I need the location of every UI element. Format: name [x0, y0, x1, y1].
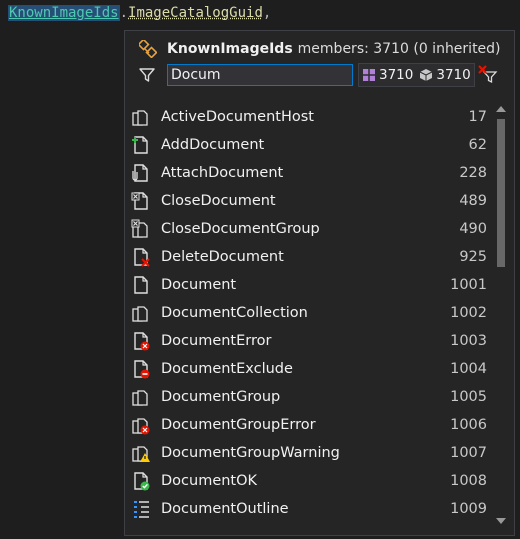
member-token[interactable]: ImageCatalogGuid: [128, 5, 263, 21]
member-name: DocumentGroupError: [161, 417, 316, 433]
property-count-button[interactable]: 3710: [416, 63, 475, 87]
class-name: KnownImageIds: [167, 41, 293, 57]
filter-row: 3710 3710: [139, 63, 498, 87]
member-value: 1006: [450, 417, 487, 433]
member-value: 1003: [450, 333, 487, 349]
member-value: 1001: [450, 277, 487, 293]
close-document-icon: [131, 192, 148, 210]
dot-token: .: [119, 5, 129, 21]
list-item[interactable]: DeleteDocument 925: [125, 243, 487, 271]
document-group-icon: [132, 390, 148, 406]
member-value: 490: [459, 221, 487, 237]
member-value: 1009: [450, 501, 487, 517]
scrollbar-thumb[interactable]: [497, 119, 505, 267]
clear-filter-icon: [478, 65, 498, 84]
active-document-host-icon: [132, 110, 148, 126]
vertical-scrollbar[interactable]: [493, 103, 509, 527]
funnel-icon: [139, 68, 155, 82]
member-name: CloseDocument: [161, 193, 276, 209]
member-name: DeleteDocument: [161, 249, 284, 265]
attach-document-icon: [132, 164, 148, 182]
member-name: ActiveDocumentHost: [161, 109, 314, 125]
comma-token: ,: [262, 5, 272, 21]
member-name: CloseDocumentGroup: [161, 221, 320, 237]
document-outline-icon: [134, 501, 149, 518]
document-ok-icon: [134, 472, 150, 491]
member-name: DocumentGroup: [161, 389, 281, 405]
member-name: DocumentOutline: [161, 501, 289, 517]
field-icon: [363, 69, 375, 81]
close-document-group-icon: [131, 219, 148, 238]
list-item[interactable]: DocumentGroupWarning 1007: [125, 439, 487, 467]
list-item[interactable]: AttachDocument 228: [125, 159, 487, 187]
property-count: 3710: [436, 67, 471, 83]
document-icon: [134, 276, 148, 294]
list-item[interactable]: DocumentGroup 1005: [125, 383, 487, 411]
member-value: 1005: [450, 389, 487, 405]
member-name: DocumentCollection: [161, 305, 308, 321]
add-document-icon: [132, 136, 148, 154]
list-item[interactable]: DocumentOK 1008: [125, 467, 487, 495]
document-exclude-icon: [134, 360, 150, 379]
list-item[interactable]: DocumentGroupError 1006: [125, 411, 487, 439]
scroll-up-arrow-icon[interactable]: [496, 105, 506, 113]
member-name: DocumentOK: [161, 473, 258, 489]
member-value: 1002: [450, 305, 487, 321]
popup-header: KnownImageIds members: 3710 (0 inherited…: [139, 39, 501, 59]
list-item[interactable]: AddDocument 62: [125, 131, 487, 159]
list-item[interactable]: CloseDocument 489: [125, 187, 487, 215]
list-item[interactable]: CloseDocumentGroup 490: [125, 215, 487, 243]
member-value: 489: [459, 193, 487, 209]
list-item[interactable]: ActiveDocumentHost 17: [125, 103, 487, 131]
member-value: 1008: [450, 473, 487, 489]
member-value: 1004: [450, 361, 487, 377]
list-item[interactable]: DocumentCollection 1002: [125, 299, 487, 327]
member-list: ActiveDocumentHost 17 AddDocument 62 AttachD…: [125, 103, 487, 523]
members-summary: members: 3710 (0 inherited): [297, 41, 501, 57]
member-name: DocumentError: [161, 333, 272, 349]
member-value: 62: [468, 137, 487, 153]
member-name: AttachDocument: [161, 165, 284, 181]
code-line: KnownImageIds.ImageCatalogGuid,: [8, 2, 271, 24]
document-collection-icon: [132, 306, 148, 322]
clear-filter-button[interactable]: [478, 64, 498, 86]
scroll-down-arrow-icon[interactable]: [496, 517, 506, 525]
member-value: 17: [468, 109, 487, 125]
member-filter-input[interactable]: [167, 64, 353, 86]
member-name: Document: [161, 277, 237, 293]
class-icon: [139, 40, 157, 58]
document-group-error-icon: [132, 418, 150, 435]
delete-document-icon: [134, 248, 150, 267]
document-error-icon: [134, 332, 150, 351]
field-count: 3710: [379, 67, 414, 83]
list-item[interactable]: DocumentOutline 1009: [125, 495, 487, 523]
list-item[interactable]: DocumentError 1003: [125, 327, 487, 355]
list-item[interactable]: DocumentExclude 1004: [125, 355, 487, 383]
property-cube-icon: [420, 69, 433, 81]
member-value: 1007: [450, 445, 487, 461]
document-group-warning-icon: [132, 446, 150, 462]
list-item[interactable]: Document 1001: [125, 271, 487, 299]
type-name-token[interactable]: KnownImageIds: [8, 5, 120, 21]
member-name: AddDocument: [161, 137, 265, 153]
member-name: DocumentGroupWarning: [161, 445, 340, 461]
field-count-button[interactable]: 3710: [358, 63, 418, 87]
member-value: 228: [459, 165, 487, 181]
member-value: 925: [459, 249, 487, 265]
member-name: DocumentExclude: [161, 361, 293, 377]
members-popup: KnownImageIds members: 3710 (0 inherited…: [124, 30, 515, 536]
